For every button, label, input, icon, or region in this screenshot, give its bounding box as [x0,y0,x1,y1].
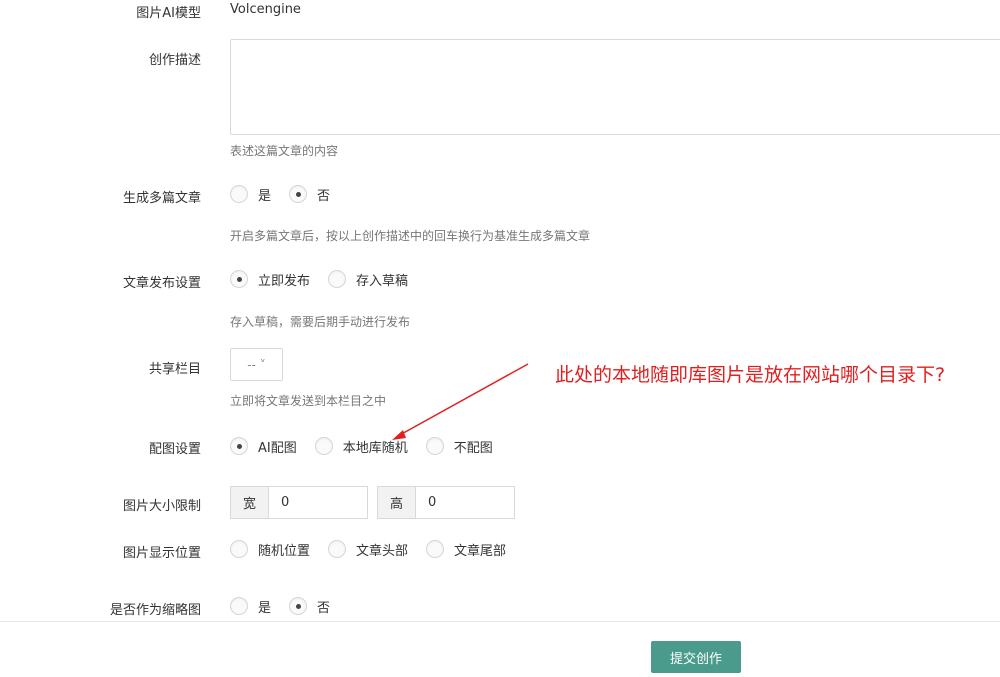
option-label: AI配图 [258,440,297,456]
description-hint: 表述这篇文章的内容 [230,144,339,158]
width-addon: 宽 [230,486,268,519]
image-option-local-random[interactable]: 本地库随机 [314,437,408,456]
option-label: 不配图 [453,440,493,456]
option-label: 否 [317,188,331,204]
image-position-radio-group: 随机位置 文章头部 文章尾部 [230,538,524,560]
submit-button[interactable]: 提交创作 [651,641,741,673]
radio-unchecked-icon[interactable] [425,437,444,455]
radio-unchecked-icon[interactable] [230,597,248,615]
option-label: 立即发布 [258,273,311,289]
thumbnail-label: 是否作为缩略图 [109,603,201,618]
option-label: 本地库随机 [342,440,408,456]
shared-column-select[interactable]: -- ˅ [230,348,283,381]
thumbnail-radio-group: 是 否 [230,595,348,617]
publish-option-draft[interactable]: 存入草稿 [328,270,408,289]
footer-divider [0,621,1000,622]
annotation-text: 此处的本地随即库图片是放在网站哪个目录下? [555,364,946,386]
position-option-head[interactable]: 文章头部 [328,540,408,559]
multi-article-option-yes[interactable]: 是 [230,185,271,204]
radio-unchecked-icon[interactable] [314,437,333,455]
multi-article-label: 生成多篇文章 [122,191,201,206]
shared-column-label: 共享栏目 [148,362,201,377]
image-setting-radio-group: AI配图 本地库随机 不配图 [230,435,511,457]
publish-setting-label: 文章发布设置 [122,276,201,291]
image-setting-label: 配图设置 [148,442,201,457]
position-option-tail[interactable]: 文章尾部 [426,540,506,559]
radio-checked-icon[interactable] [230,270,248,288]
radio-unchecked-icon[interactable] [328,270,347,288]
image-width-group: 宽 0 [230,486,368,519]
image-width-input[interactable]: 0 [268,486,368,519]
image-position-label: 图片显示位置 [122,546,201,561]
option-label: 是 [258,600,272,616]
image-height-group: 高 0 [377,486,515,519]
thumbnail-option-no[interactable]: 否 [289,597,330,616]
multi-article-option-no[interactable]: 否 [289,185,330,204]
ai-model-value: Volcengine [230,2,301,17]
multi-article-radio-group: 是 否 [230,183,348,205]
image-option-none[interactable]: 不配图 [425,437,493,456]
description-textarea[interactable] [230,39,1000,135]
option-label: 文章尾部 [454,543,507,559]
radio-checked-icon[interactable] [230,437,248,455]
option-label: 随机位置 [258,543,311,559]
radio-unchecked-icon[interactable] [230,540,248,558]
publish-setting-hint: 存入草稿，需要后期手动进行发布 [230,315,411,329]
radio-checked-icon[interactable] [289,185,308,203]
thumbnail-option-yes[interactable]: 是 [230,597,271,616]
multi-article-hint: 开启多篇文章后，按以上创作描述中的回车换行为基准生成多篇文章 [230,229,591,243]
ai-model-label: 图片AI模型 [136,6,201,21]
publish-option-immediate[interactable]: 立即发布 [230,270,310,289]
radio-unchecked-icon[interactable] [426,540,445,558]
publish-setting-radio-group: 立即发布 存入草稿 [230,268,426,290]
radio-checked-icon[interactable] [289,597,308,615]
height-addon: 高 [377,486,415,519]
image-height-input[interactable]: 0 [415,486,515,519]
radio-unchecked-icon[interactable] [328,540,347,558]
option-label: 是 [258,188,272,204]
position-option-random[interactable]: 随机位置 [230,540,310,559]
image-option-ai[interactable]: AI配图 [230,437,297,456]
description-label: 创作描述 [148,53,201,68]
radio-unchecked-icon[interactable] [230,185,248,203]
shared-column-hint: 立即将文章发送到本栏目之中 [230,394,387,408]
option-label: 存入草稿 [356,273,409,289]
image-size-label: 图片大小限制 [122,499,201,514]
option-label: 否 [317,600,331,616]
option-label: 文章头部 [356,543,409,559]
